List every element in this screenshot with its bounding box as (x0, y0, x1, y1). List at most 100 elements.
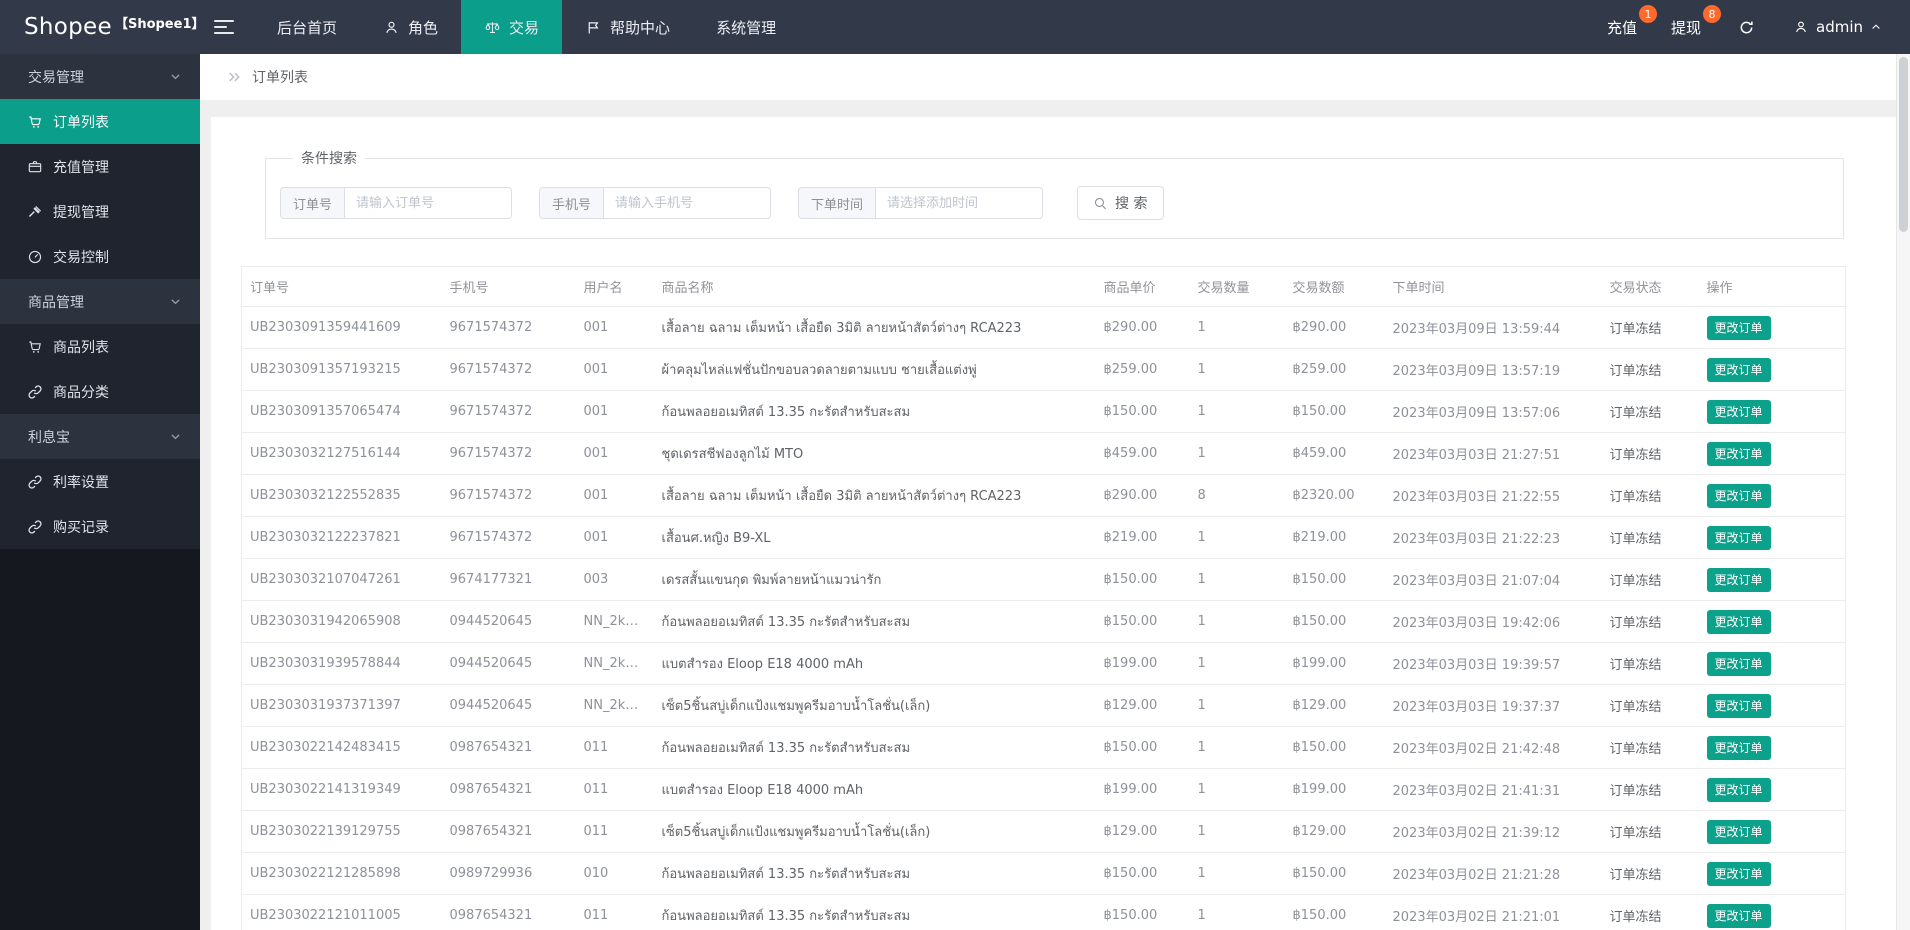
user-menu[interactable]: admin (1775, 0, 1882, 54)
search-button[interactable]: 搜 索 (1077, 186, 1164, 220)
modify-order-button[interactable]: 更改订单 (1706, 777, 1771, 802)
cell-user: 001 (575, 432, 654, 475)
modify-order-button[interactable]: 更改订单 (1706, 483, 1771, 508)
table-row: UB2303091357193215 9671574372 001 ผ้าคลุมไห… (241, 348, 1846, 391)
scrollbar-thumb[interactable] (1899, 57, 1908, 232)
table-row: UB2303091357065474 9671574372 001 ก้อนพลอยอ… (241, 390, 1846, 433)
cell-user: NN_2kv0u (575, 600, 654, 643)
sidebar-item-interest-rate-settings[interactable]: 利率设置 (0, 459, 200, 504)
table-header-row: 订单号 手机号 用户名 商品名称 商品单价 交易数量 交易数额 下单时间 交易状态 操作 (241, 266, 1846, 307)
cell-price: ฿150.00 (1095, 390, 1190, 433)
cell-status: 订单冻结 (1601, 894, 1699, 930)
cart-icon (27, 339, 43, 355)
cell-user: 001 (575, 390, 654, 433)
cell-user: 011 (575, 768, 654, 811)
cell-amount: ฿150.00 (1284, 894, 1385, 930)
cell-qty: 1 (1189, 642, 1285, 685)
nav-item-admin-home[interactable]: 后台首页 (254, 0, 360, 54)
orders-table: 订单号 手机号 用户名 商品名称 商品单价 交易数量 交易数额 下单时间 交易状态 操作 UB23… (241, 266, 1846, 930)
order-time-input[interactable] (875, 187, 1044, 219)
cell-price: ฿129.00 (1095, 684, 1190, 727)
cell-order-no: UB2303022141319349 (241, 768, 442, 811)
cell-actions: 更改订单 结算订单 (1698, 474, 1846, 517)
topbar-actions: 充值 1 提现 8 admin (1590, 0, 1910, 54)
modify-order-button[interactable]: 更改订单 (1706, 399, 1771, 424)
sidebar-item-withdraw-management[interactable]: 提现管理 (0, 189, 200, 234)
scale-icon (484, 19, 501, 36)
sidebar-item-label: 商品列表 (53, 339, 109, 356)
cell-actions: 更改订单 结算订单 (1698, 600, 1846, 643)
nav-item-system-management[interactable]: 系统管理 (693, 0, 799, 54)
modify-order-button[interactable]: 更改订单 (1706, 441, 1771, 466)
cell-actions: 更改订单 结算订单 (1698, 810, 1846, 853)
cell-time: 2023年03月03日 21:22:55 (1384, 474, 1602, 517)
cell-user: 001 (575, 516, 654, 559)
sidebar-item-trade-control[interactable]: 交易控制 (0, 234, 200, 279)
cell-order-no: UB2303031937371397 (241, 684, 442, 727)
cell-time: 2023年03月09日 13:57:06 (1384, 390, 1602, 433)
cell-amount: ฿259.00 (1284, 348, 1385, 391)
sidebar-item-recharge-management[interactable]: 充值管理 (0, 144, 200, 189)
cell-user: 011 (575, 894, 654, 930)
sidebar-group-interest-treasure[interactable]: 利息宝 (0, 414, 200, 459)
nav-item-trade[interactable]: 交易 (461, 0, 563, 54)
modify-order-button[interactable]: 更改订单 (1706, 903, 1771, 928)
cell-time: 2023年03月02日 21:21:01 (1384, 894, 1602, 930)
app-logo: Shopee 【Shopee1】 (0, 0, 205, 54)
modify-order-button[interactable]: 更改订单 (1706, 357, 1771, 382)
modify-order-button[interactable]: 更改订单 (1706, 651, 1771, 676)
nav-item-roles[interactable]: 角色 (360, 0, 461, 54)
modify-order-button[interactable]: 更改订单 (1706, 525, 1771, 550)
double-chevron-right-icon (226, 70, 243, 84)
sidebar-item-goods-category[interactable]: 商品分类 (0, 369, 200, 414)
cell-amount: ฿150.00 (1284, 852, 1385, 895)
user-icon (1793, 19, 1809, 35)
cell-amount: ฿150.00 (1284, 390, 1385, 433)
cell-price: ฿259.00 (1095, 348, 1190, 391)
column-header: 交易数量 (1189, 266, 1285, 307)
cell-order-no: UB2303022139129755 (241, 810, 442, 853)
refresh-button[interactable] (1718, 0, 1775, 54)
cell-amount: ฿129.00 (1284, 684, 1385, 727)
sidebar-item-order-list[interactable]: 订单列表 (0, 99, 200, 144)
table-row: UB2303032107047261 9674177321 003 เดรสสั้นแ… (241, 558, 1846, 601)
modify-order-button[interactable]: 更改订单 (1706, 819, 1771, 844)
modify-order-button[interactable]: 更改订单 (1706, 609, 1771, 634)
search-label-order-time: 下单时间 (798, 187, 876, 219)
table-row: UB2303032127516144 9671574372 001 ชุดเดรสชี… (241, 432, 1846, 475)
cell-time: 2023年03月03日 19:37:37 (1384, 684, 1602, 727)
modify-order-button[interactable]: 更改订单 (1706, 861, 1771, 886)
search-panel-title: 条件搜索 (301, 151, 357, 167)
nav-item-label: 交易 (509, 18, 540, 37)
cell-time: 2023年03月03日 21:07:04 (1384, 558, 1602, 601)
cell-status: 订单冻结 (1601, 348, 1699, 391)
cell-price: ฿150.00 (1095, 600, 1190, 643)
withdraw-button[interactable]: 提现 8 (1654, 0, 1721, 54)
modify-order-button[interactable]: 更改订单 (1706, 315, 1771, 340)
sidebar-item-purchase-records[interactable]: 购买记录 (0, 504, 200, 549)
modify-order-button[interactable]: 更改订单 (1706, 567, 1771, 592)
order-no-input[interactable] (344, 187, 513, 219)
modify-order-button[interactable]: 更改订单 (1706, 693, 1771, 718)
link-icon (27, 474, 43, 490)
table-row: UB2303022141319349 0987654321 011 แบตสำรอง … (241, 768, 1846, 811)
recharge-button[interactable]: 充值 1 (1590, 0, 1657, 54)
cell-phone: 0987654321 (441, 894, 576, 930)
username: admin (1816, 18, 1863, 36)
search-label-order-no: 订单号 (280, 187, 345, 219)
cell-phone: 0989729936 (441, 852, 576, 895)
cell-product: ก้อนพลอยอเมทิสต์ 13.35 กะรัตสำหรับสะสม (653, 894, 1096, 930)
table-row: UB2303091359441609 9671574372 001 เสื้อลาย … (241, 306, 1846, 349)
phone-input[interactable] (603, 187, 772, 219)
sidebar-item-goods-list[interactable]: 商品列表 (0, 324, 200, 369)
modify-order-button[interactable]: 更改订单 (1706, 735, 1771, 760)
nav-item-help-center[interactable]: 帮助中心 (562, 0, 693, 54)
withdraw-label: 提现 (1670, 18, 1701, 37)
cell-product: เซ็ต5ชิ้นสบู่เด็กแป้งแชมพูครีมอาบน้ำโลชั… (653, 810, 1096, 853)
cell-product: เสื้อลาย ฉลาม เต็มหน้า เสื้อยืด 3มิติ ลา… (653, 306, 1096, 349)
menu-toggle-icon[interactable] (214, 0, 234, 54)
sidebar-group-label: 商品管理 (28, 294, 84, 311)
sidebar-group-trade-management[interactable]: 交易管理 (0, 54, 200, 99)
sidebar-group-goods-management[interactable]: 商品管理 (0, 279, 200, 324)
cell-price: ฿290.00 (1095, 474, 1190, 517)
